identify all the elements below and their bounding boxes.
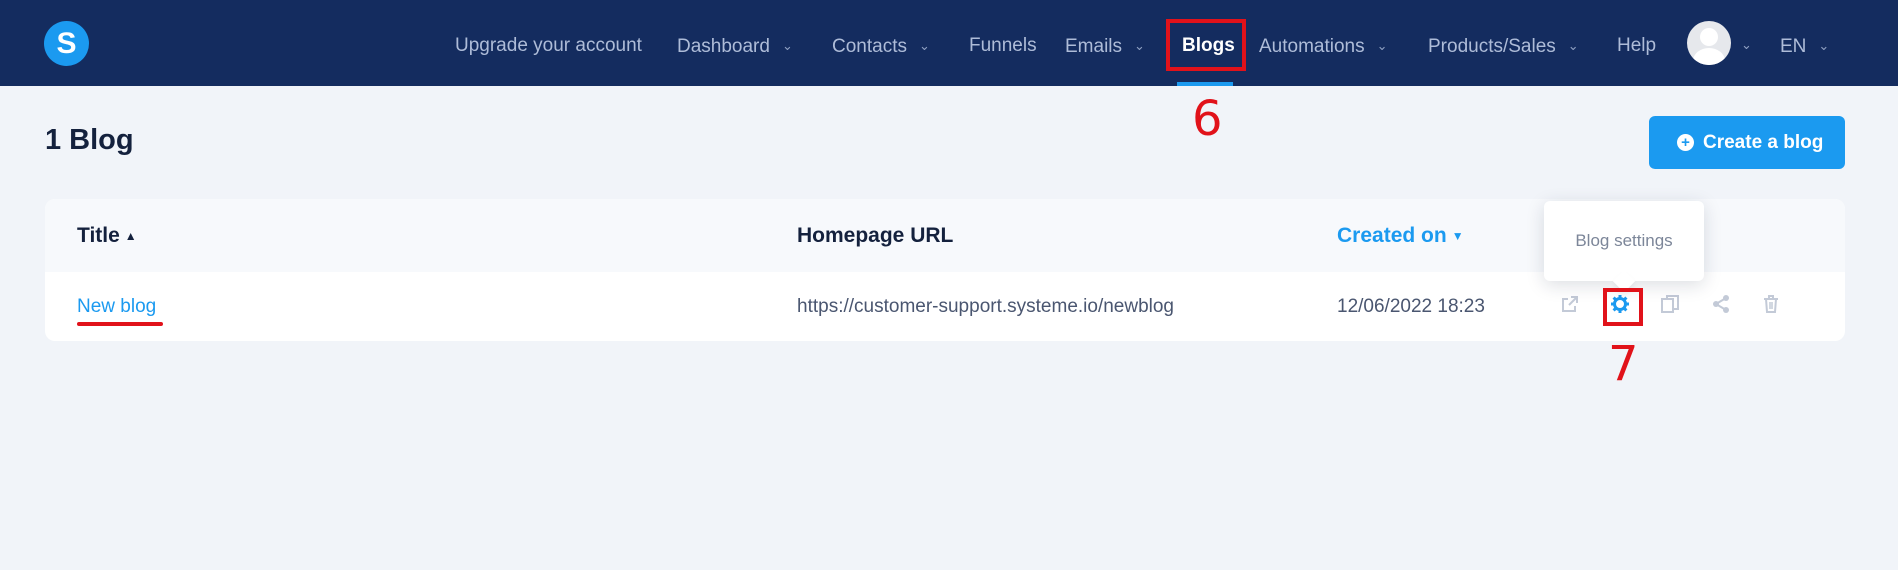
nav-automations[interactable]: Automations ⌄ — [1259, 0, 1388, 86]
share-icon[interactable] — [1708, 294, 1734, 320]
chevron-down-icon: ⌄ — [1376, 38, 1388, 53]
sort-icon: ▲︎ — [124, 229, 137, 243]
nav-dashboard-label: Dashboard — [677, 36, 770, 57]
nav-products-sales[interactable]: Products/Sales ⌄ — [1428, 0, 1579, 86]
language-label: EN — [1780, 36, 1807, 57]
nav-automations-label: Automations — [1259, 36, 1365, 57]
plus-circle-icon: + — [1677, 134, 1694, 151]
avatar-head-shape — [1700, 28, 1718, 46]
nav-emails[interactable]: Emails ⌄ — [1065, 0, 1145, 86]
nav-upgrade-label: Upgrade your account — [455, 35, 642, 56]
create-blog-label: Create a blog — [1703, 132, 1824, 153]
chevron-down-icon: ⌄ — [918, 38, 930, 53]
active-nav-indicator — [1177, 82, 1233, 86]
column-header-title[interactable]: Title ▲︎ — [77, 199, 137, 273]
annotation-step-6: 6 — [1192, 91, 1223, 147]
chevron-down-icon[interactable]: ⌄ — [1741, 0, 1752, 90]
avatar-body-shape — [1693, 48, 1725, 65]
nav-help-label: Help — [1617, 35, 1657, 56]
chevron-down-icon: ⌄ — [1567, 38, 1579, 53]
column-header-created-on[interactable]: Created on ▼ — [1337, 199, 1464, 273]
row-actions — [1557, 272, 1807, 341]
copy-icon[interactable] — [1657, 294, 1683, 320]
annotation-underline-new-blog — [77, 322, 163, 326]
page-title: 1 Blog — [45, 124, 134, 156]
external-link-icon[interactable] — [1557, 294, 1583, 320]
nav-funnels-label: Funnels — [969, 35, 1037, 56]
nav-help[interactable]: Help — [1617, 0, 1656, 86]
create-blog-button[interactable]: + Create a blog — [1649, 116, 1845, 169]
blog-created-on: 12/06/2022 18:23 — [1337, 296, 1485, 317]
chevron-down-icon: ⌄ — [1818, 38, 1830, 53]
nav-contacts-label: Contacts — [832, 36, 907, 57]
column-header-homepage-url: Homepage URL — [797, 224, 954, 247]
nav-funnels[interactable]: Funnels — [969, 0, 1037, 86]
blog-settings-tooltip: Blog settings — [1544, 201, 1704, 281]
chevron-down-icon: ⌄ — [1134, 38, 1145, 53]
user-avatar[interactable] — [1687, 21, 1731, 65]
language-selector[interactable]: EN ⌄ — [1780, 0, 1829, 86]
nav-emails-label: Emails — [1065, 36, 1123, 57]
nav-upgrade-account[interactable]: Upgrade your account — [455, 0, 642, 86]
blog-homepage-url: https://customer-support.systeme.io/newb… — [797, 296, 1175, 317]
chevron-down-icon: ⌄ — [781, 38, 793, 53]
trash-icon[interactable] — [1758, 294, 1784, 320]
annotation-step-7: 7 — [1608, 336, 1639, 392]
systeme-logo[interactable]: S — [44, 21, 89, 66]
top-navigation-bar: S Upgrade your account Dashboard ⌄ Contac… — [0, 0, 1898, 86]
column-created-label: Created on — [1337, 224, 1447, 247]
nav-contacts[interactable]: Contacts ⌄ — [832, 0, 930, 86]
nav-dashboard[interactable]: Dashboard ⌄ — [677, 0, 793, 86]
column-title-label: Title — [77, 224, 120, 247]
nav-products-sales-label: Products/Sales — [1428, 36, 1556, 57]
annotation-box-settings — [1603, 288, 1643, 326]
sort-down-icon: ▼ — [1451, 229, 1464, 243]
blog-title-link[interactable]: New blog — [77, 272, 156, 341]
annotation-box-blogs — [1166, 19, 1246, 71]
